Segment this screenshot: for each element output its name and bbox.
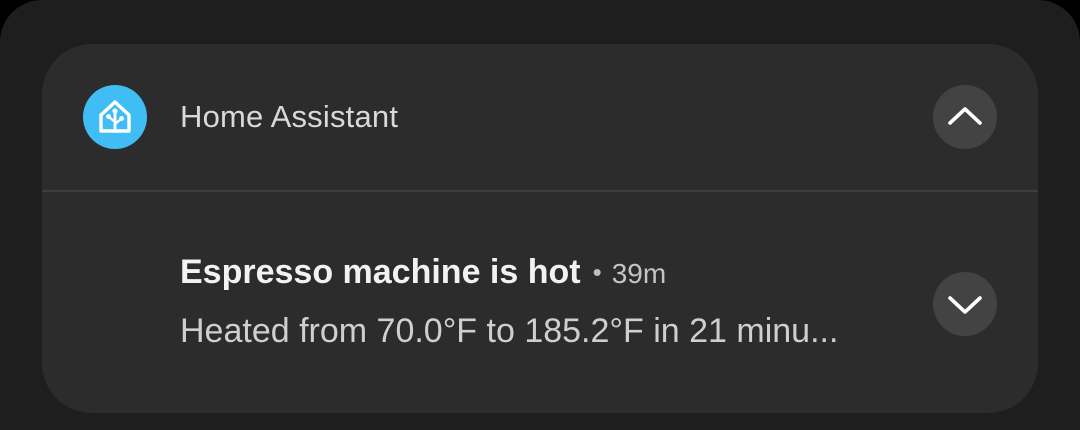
header-divider (42, 190, 1038, 192)
notification-header[interactable]: Home Assistant (42, 44, 1038, 190)
chevron-up-icon (948, 107, 982, 125)
notification-title-row: Espresso machine is hot • 39m (180, 250, 666, 294)
home-assistant-icon (83, 85, 147, 149)
notification-title: Espresso machine is hot (180, 253, 581, 291)
notification-time: 39m (611, 258, 667, 289)
collapse-button[interactable] (933, 85, 997, 149)
notification-body: Heated from 70.0°F to 185.2°F in 21 minu… (180, 312, 839, 350)
app-name: Home Assistant (180, 99, 399, 134)
notification-card[interactable]: Home Assistant Espresso machine is hot • 3… (42, 44, 1038, 413)
separator-dot: • (592, 257, 602, 287)
notification-shade: Home Assistant Espresso machine is hot • 3… (0, 0, 1080, 430)
chevron-down-icon (948, 296, 982, 314)
expand-button[interactable] (933, 272, 997, 336)
